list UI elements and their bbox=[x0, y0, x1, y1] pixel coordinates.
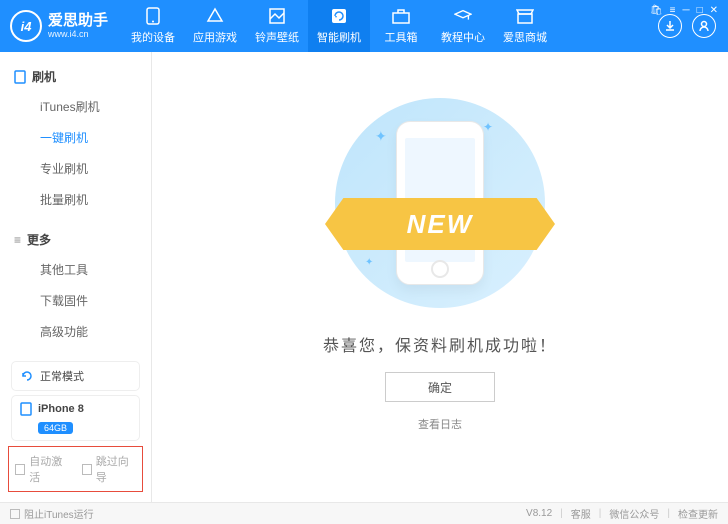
maximize-button[interactable]: □ bbox=[697, 5, 703, 16]
content-area: ✦ ✦ ✦ NEW 恭喜您，保资料刷机成功啦！ 确定 查看日志 bbox=[152, 52, 728, 502]
app-header: 🛍 ≡ ─ □ ✕ i4 爱思助手 www.i4.cn 我的设备 应用游戏 铃声… bbox=[0, 0, 728, 52]
main-tabs: 我的设备 应用游戏 铃声壁纸 智能刷机 工具箱 教程中心 爱思商城 bbox=[122, 0, 556, 52]
sidebar-item-batch-flash[interactable]: 批量刷机 bbox=[0, 184, 151, 215]
close-button[interactable]: ✕ bbox=[710, 5, 718, 16]
ok-button[interactable]: 确定 bbox=[385, 372, 495, 402]
tab-devices[interactable]: 我的设备 bbox=[122, 0, 184, 52]
tutorial-icon bbox=[454, 7, 472, 25]
sidebar: 刷机 iTunes刷机 一键刷机 专业刷机 批量刷机 ≡ 更多 其他工具 下载固… bbox=[0, 52, 152, 502]
app-url: www.i4.cn bbox=[48, 30, 108, 39]
logo-badge: i4 bbox=[10, 10, 42, 42]
refresh-icon bbox=[20, 369, 34, 383]
device-model: iPhone 8 bbox=[38, 403, 84, 415]
sidebar-item-itunes-flash[interactable]: iTunes刷机 bbox=[0, 91, 151, 122]
tab-apps[interactable]: 应用游戏 bbox=[184, 0, 246, 52]
success-illustration: ✦ ✦ ✦ NEW bbox=[335, 98, 545, 308]
block-itunes-checkbox[interactable]: 阻止iTunes运行 bbox=[10, 506, 94, 521]
minimize-button[interactable]: ─ bbox=[682, 5, 689, 16]
sidebar-item-download-fw[interactable]: 下载固件 bbox=[0, 285, 151, 316]
mode-chip[interactable]: 正常模式 bbox=[12, 362, 139, 390]
logo[interactable]: i4 爱思助手 www.i4.cn bbox=[0, 10, 122, 42]
status-bar: 阻止iTunes运行 V8.12 | 客服 | 微信公众号 | 检查更新 bbox=[0, 502, 728, 524]
sidebar-section-flash[interactable]: 刷机 bbox=[0, 64, 151, 91]
sidebar-section-more[interactable]: ≡ 更多 bbox=[0, 227, 151, 254]
more-icon: ≡ bbox=[14, 233, 21, 247]
sidebar-item-other-tools[interactable]: 其他工具 bbox=[0, 254, 151, 285]
wechat-link[interactable]: 微信公众号 bbox=[609, 506, 659, 521]
user-button[interactable] bbox=[692, 14, 716, 38]
window-controls: 🛍 ≡ ─ □ ✕ bbox=[650, 5, 718, 16]
sidebar-item-oneclick-flash[interactable]: 一键刷机 bbox=[0, 122, 151, 153]
sidebar-item-pro-flash[interactable]: 专业刷机 bbox=[0, 153, 151, 184]
list-icon[interactable]: ≡ bbox=[670, 5, 676, 16]
view-log-link[interactable]: 查看日志 bbox=[418, 416, 462, 432]
tab-tools[interactable]: 工具箱 bbox=[370, 0, 432, 52]
flash-phone-icon bbox=[14, 70, 26, 84]
skip-wizard-checkbox[interactable]: 跳过向导 bbox=[82, 453, 137, 485]
wallpaper-icon bbox=[268, 7, 286, 25]
storage-badge: 64GB bbox=[38, 422, 73, 434]
update-link[interactable]: 检查更新 bbox=[678, 506, 718, 521]
phone-icon bbox=[144, 7, 162, 25]
apps-icon bbox=[206, 7, 224, 25]
device-icon bbox=[20, 402, 32, 416]
cart-icon[interactable]: 🛍 bbox=[650, 5, 663, 16]
version-label: V8.12 bbox=[526, 508, 552, 519]
service-link[interactable]: 客服 bbox=[571, 506, 591, 521]
tab-flash[interactable]: 智能刷机 bbox=[308, 0, 370, 52]
device-chip[interactable]: iPhone 8 64GB bbox=[12, 396, 139, 440]
download-button[interactable] bbox=[658, 14, 682, 38]
tab-tutorial[interactable]: 教程中心 bbox=[432, 0, 494, 52]
flash-options-box: 自动激活 跳过向导 bbox=[8, 446, 143, 492]
flash-icon bbox=[330, 7, 348, 25]
toolbox-icon bbox=[392, 7, 410, 25]
shop-icon bbox=[516, 7, 534, 25]
tab-shop[interactable]: 爱思商城 bbox=[494, 0, 556, 52]
tab-media[interactable]: 铃声壁纸 bbox=[246, 0, 308, 52]
success-message: 恭喜您，保资料刷机成功啦！ bbox=[323, 332, 557, 356]
app-name: 爱思助手 bbox=[48, 13, 108, 28]
auto-activate-checkbox[interactable]: 自动激活 bbox=[15, 453, 70, 485]
new-ribbon: NEW bbox=[325, 198, 555, 250]
sidebar-item-advanced[interactable]: 高级功能 bbox=[0, 316, 151, 347]
